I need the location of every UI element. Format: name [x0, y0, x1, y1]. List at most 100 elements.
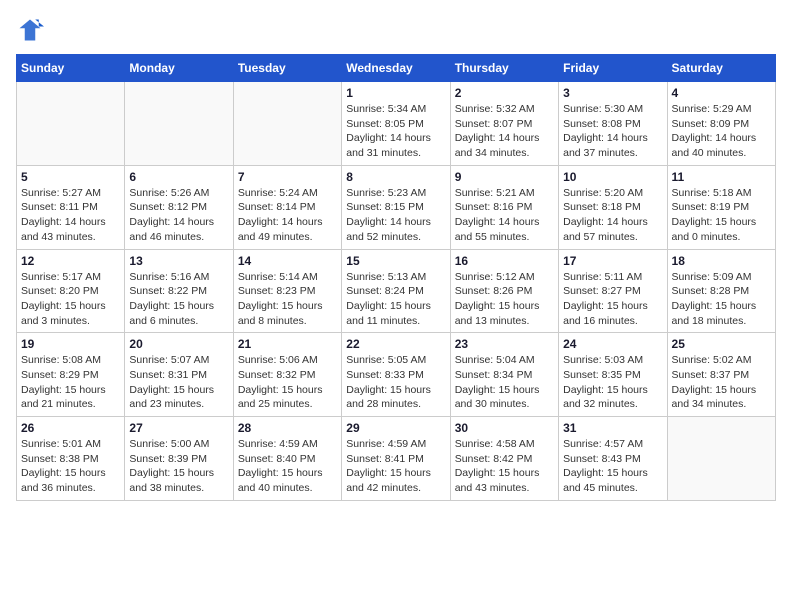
calendar-cell: 5 Sunrise: 5:27 AMSunset: 8:11 PMDaylight…	[17, 165, 125, 249]
calendar-cell: 19Sunrise: 5:08 AMSunset: 8:29 PMDayligh…	[17, 333, 125, 417]
day-number: 8	[346, 170, 445, 184]
day-info: Sunrise: 4:58 AMSunset: 8:42 PMDaylight:…	[455, 437, 554, 496]
day-info: Sunrise: 5:27 AMSunset: 8:11 PMDaylight:…	[21, 186, 120, 245]
weekday-header: Tuesday	[233, 55, 341, 82]
calendar-week-row: 1 Sunrise: 5:34 AMSunset: 8:05 PMDaylight…	[17, 82, 776, 166]
calendar-week-row: 5 Sunrise: 5:27 AMSunset: 8:11 PMDaylight…	[17, 165, 776, 249]
calendar-cell	[667, 417, 775, 501]
calendar-cell: 3Sunrise: 5:30 AMSunset: 8:08 PMDaylight…	[559, 82, 667, 166]
calendar-cell: 18 Sunrise: 5:09 AMSunset: 8:28 PMDayligh…	[667, 249, 775, 333]
day-number: 28	[238, 421, 337, 435]
calendar-cell: 23 Sunrise: 5:04 AMSunset: 8:34 PMDayligh…	[450, 333, 558, 417]
day-number: 1	[346, 86, 445, 100]
day-number: 11	[672, 170, 771, 184]
day-number: 26	[21, 421, 120, 435]
day-info: Sunrise: 5:18 AMSunset: 8:19 PMDaylight:…	[672, 186, 771, 245]
day-number: 25	[672, 337, 771, 351]
calendar-cell: 8 Sunrise: 5:23 AMSunset: 8:15 PMDaylight…	[342, 165, 450, 249]
day-info: Sunrise: 5:30 AMSunset: 8:08 PMDaylight:…	[563, 102, 662, 161]
logo	[16, 16, 48, 44]
logo-icon	[16, 16, 44, 44]
calendar-week-row: 19Sunrise: 5:08 AMSunset: 8:29 PMDayligh…	[17, 333, 776, 417]
calendar-cell: 4 Sunrise: 5:29 AMSunset: 8:09 PMDaylight…	[667, 82, 775, 166]
day-info: Sunrise: 5:11 AMSunset: 8:27 PMDaylight:…	[563, 270, 662, 329]
weekday-header: Thursday	[450, 55, 558, 82]
day-info: Sunrise: 5:07 AMSunset: 8:31 PMDaylight:…	[129, 353, 228, 412]
calendar-cell: 16 Sunrise: 5:12 AMSunset: 8:26 PMDayligh…	[450, 249, 558, 333]
day-number: 27	[129, 421, 228, 435]
day-number: 2	[455, 86, 554, 100]
weekday-header: Friday	[559, 55, 667, 82]
day-info: Sunrise: 5:06 AMSunset: 8:32 PMDaylight:…	[238, 353, 337, 412]
day-number: 23	[455, 337, 554, 351]
weekday-header: Sunday	[17, 55, 125, 82]
calendar-cell: 9 Sunrise: 5:21 AMSunset: 8:16 PMDaylight…	[450, 165, 558, 249]
day-info: Sunrise: 5:05 AMSunset: 8:33 PMDaylight:…	[346, 353, 445, 412]
calendar-cell: 25 Sunrise: 5:02 AMSunset: 8:37 PMDayligh…	[667, 333, 775, 417]
calendar-cell: 31Sunrise: 4:57 AMSunset: 8:43 PMDayligh…	[559, 417, 667, 501]
calendar-cell: 24Sunrise: 5:03 AMSunset: 8:35 PMDayligh…	[559, 333, 667, 417]
day-number: 29	[346, 421, 445, 435]
weekday-header: Wednesday	[342, 55, 450, 82]
calendar-cell: 29 Sunrise: 4:59 AMSunset: 8:41 PMDayligh…	[342, 417, 450, 501]
calendar-cell: 12 Sunrise: 5:17 AMSunset: 8:20 PMDayligh…	[17, 249, 125, 333]
day-info: Sunrise: 5:29 AMSunset: 8:09 PMDaylight:…	[672, 102, 771, 161]
day-info: Sunrise: 5:02 AMSunset: 8:37 PMDaylight:…	[672, 353, 771, 412]
day-number: 9	[455, 170, 554, 184]
weekday-header: Monday	[125, 55, 233, 82]
day-info: Sunrise: 5:32 AMSunset: 8:07 PMDaylight:…	[455, 102, 554, 161]
day-info: Sunrise: 5:12 AMSunset: 8:26 PMDaylight:…	[455, 270, 554, 329]
day-number: 5	[21, 170, 120, 184]
day-info: Sunrise: 4:59 AMSunset: 8:40 PMDaylight:…	[238, 437, 337, 496]
day-info: Sunrise: 5:03 AMSunset: 8:35 PMDaylight:…	[563, 353, 662, 412]
calendar-cell: 10 Sunrise: 5:20 AMSunset: 8:18 PMDayligh…	[559, 165, 667, 249]
day-info: Sunrise: 5:09 AMSunset: 8:28 PMDaylight:…	[672, 270, 771, 329]
day-number: 30	[455, 421, 554, 435]
calendar-cell: 15 Sunrise: 5:13 AMSunset: 8:24 PMDayligh…	[342, 249, 450, 333]
calendar-cell: 22 Sunrise: 5:05 AMSunset: 8:33 PMDayligh…	[342, 333, 450, 417]
day-info: Sunrise: 5:13 AMSunset: 8:24 PMDaylight:…	[346, 270, 445, 329]
day-info: Sunrise: 5:14 AMSunset: 8:23 PMDaylight:…	[238, 270, 337, 329]
calendar-week-row: 26 Sunrise: 5:01 AMSunset: 8:38 PMDayligh…	[17, 417, 776, 501]
calendar-cell: 30 Sunrise: 4:58 AMSunset: 8:42 PMDayligh…	[450, 417, 558, 501]
day-info: Sunrise: 5:26 AMSunset: 8:12 PMDaylight:…	[129, 186, 228, 245]
day-number: 16	[455, 254, 554, 268]
day-number: 20	[129, 337, 228, 351]
day-info: Sunrise: 5:24 AMSunset: 8:14 PMDaylight:…	[238, 186, 337, 245]
day-info: Sunrise: 4:59 AMSunset: 8:41 PMDaylight:…	[346, 437, 445, 496]
day-info: Sunrise: 5:34 AMSunset: 8:05 PMDaylight:…	[346, 102, 445, 161]
calendar-table: SundayMondayTuesdayWednesdayThursdayFrid…	[16, 54, 776, 501]
day-info: Sunrise: 5:20 AMSunset: 8:18 PMDaylight:…	[563, 186, 662, 245]
day-info: Sunrise: 5:23 AMSunset: 8:15 PMDaylight:…	[346, 186, 445, 245]
day-info: Sunrise: 5:01 AMSunset: 8:38 PMDaylight:…	[21, 437, 120, 496]
calendar-cell	[17, 82, 125, 166]
calendar-cell: 27Sunrise: 5:00 AMSunset: 8:39 PMDayligh…	[125, 417, 233, 501]
calendar-week-row: 12 Sunrise: 5:17 AMSunset: 8:20 PMDayligh…	[17, 249, 776, 333]
calendar-cell: 6Sunrise: 5:26 AMSunset: 8:12 PMDaylight…	[125, 165, 233, 249]
day-info: Sunrise: 5:04 AMSunset: 8:34 PMDaylight:…	[455, 353, 554, 412]
calendar-cell: 2 Sunrise: 5:32 AMSunset: 8:07 PMDaylight…	[450, 82, 558, 166]
calendar-cell: 20 Sunrise: 5:07 AMSunset: 8:31 PMDayligh…	[125, 333, 233, 417]
weekday-header: Saturday	[667, 55, 775, 82]
day-number: 15	[346, 254, 445, 268]
day-number: 13	[129, 254, 228, 268]
day-number: 31	[563, 421, 662, 435]
calendar-cell: 13 Sunrise: 5:16 AMSunset: 8:22 PMDayligh…	[125, 249, 233, 333]
day-number: 22	[346, 337, 445, 351]
day-info: Sunrise: 5:16 AMSunset: 8:22 PMDaylight:…	[129, 270, 228, 329]
calendar-cell	[233, 82, 341, 166]
calendar-cell: 1 Sunrise: 5:34 AMSunset: 8:05 PMDaylight…	[342, 82, 450, 166]
day-info: Sunrise: 5:21 AMSunset: 8:16 PMDaylight:…	[455, 186, 554, 245]
day-number: 12	[21, 254, 120, 268]
calendar-cell: 28 Sunrise: 4:59 AMSunset: 8:40 PMDayligh…	[233, 417, 341, 501]
calendar-cell	[125, 82, 233, 166]
day-number: 4	[672, 86, 771, 100]
calendar-cell: 17Sunrise: 5:11 AMSunset: 8:27 PMDayligh…	[559, 249, 667, 333]
day-number: 18	[672, 254, 771, 268]
day-info: Sunrise: 5:17 AMSunset: 8:20 PMDaylight:…	[21, 270, 120, 329]
day-number: 7	[238, 170, 337, 184]
day-number: 10	[563, 170, 662, 184]
calendar-cell: 26 Sunrise: 5:01 AMSunset: 8:38 PMDayligh…	[17, 417, 125, 501]
day-number: 14	[238, 254, 337, 268]
weekday-header-row: SundayMondayTuesdayWednesdayThursdayFrid…	[17, 55, 776, 82]
